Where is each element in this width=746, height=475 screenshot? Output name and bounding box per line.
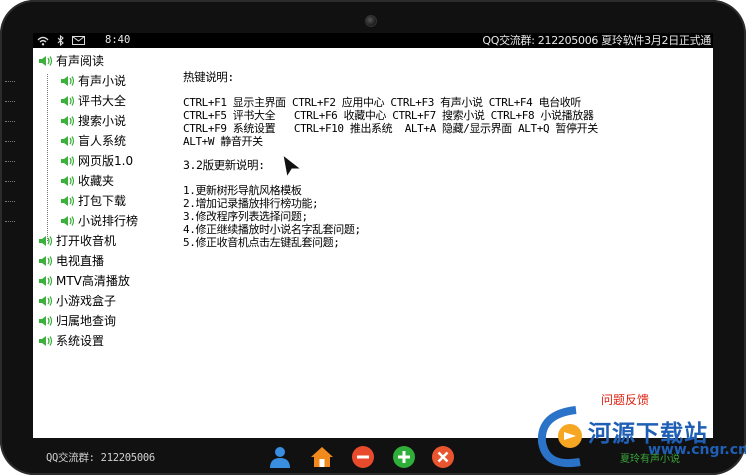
main-screen: 有声阅读 有声小说 评书大全 搜索小说 盲人系统 网页版1.0 收藏夹 打包下载… <box>5 48 713 438</box>
tree-item-label: 系统设置 <box>56 334 105 348</box>
feedback-link[interactable]: 问题反馈 <box>601 391 649 408</box>
help-text-panel: 热键说明: CTRL+F1 显示主界面 CTRL+F2 应用中心 CTRL+F3… <box>183 70 703 250</box>
speaker-icon <box>39 276 53 286</box>
tree-item-search-novel[interactable]: 搜索小说 <box>5 111 181 131</box>
speaker-icon <box>39 316 53 326</box>
update-line: 5.修正收音机点击左键乱套问题; <box>183 236 340 249</box>
wifi-icon <box>37 36 49 46</box>
tree-item-blind-system[interactable]: 盲人系统 <box>5 131 181 151</box>
speaker-icon <box>61 196 75 206</box>
tree-item-label: 有声小说 <box>78 74 127 88</box>
tablet-frame: 8:40 QQ交流群: 212205006 夏玲软件3月2日正式通 有声阅读 有… <box>0 0 746 475</box>
speaker-icon <box>39 296 53 306</box>
user-icon <box>270 447 290 468</box>
mail-icon <box>72 36 85 45</box>
tree-item-label: 收藏夹 <box>78 174 115 188</box>
tree-item-game-box[interactable]: 小游戏盒子 <box>36 291 181 311</box>
nav-tree: 有声阅读 有声小说 评书大全 搜索小说 盲人系统 网页版1.0 收藏夹 打包下载… <box>5 51 181 351</box>
tree-item-label: 小说排行榜 <box>78 214 139 228</box>
camera-icon <box>365 15 377 27</box>
close-button[interactable] <box>431 445 455 469</box>
tree-item-label: 归属地查询 <box>56 314 117 328</box>
home-icon <box>311 447 333 467</box>
home-button[interactable] <box>310 445 334 469</box>
clock: 8:40 <box>105 34 131 46</box>
tree-item-label: 打包下载 <box>78 194 127 208</box>
speaker-icon <box>39 256 53 266</box>
tree-item-tv-live[interactable]: 电视直播 <box>36 251 181 271</box>
bottom-qq-notice: QQ交流群: 212205006 <box>46 452 155 464</box>
plus-icon <box>393 446 415 468</box>
tree-item-web-version[interactable]: 网页版1.0 <box>5 151 181 171</box>
add-button[interactable] <box>392 445 416 469</box>
tree-item-novel-ranking[interactable]: 小说排行榜 <box>5 211 181 231</box>
update-line: 2.增加记录播放排行榜功能; <box>183 197 319 210</box>
tree-item-audio-novel[interactable]: 有声小说 <box>5 71 181 91</box>
hotkey-line: ALT+W 静音开关 <box>183 135 263 148</box>
bottom-bar: QQ交流群: 212205006 <box>0 438 746 475</box>
tree-item-radio[interactable]: 打开收音机 <box>36 231 181 251</box>
tree-item-label: 盲人系统 <box>78 134 127 148</box>
hotkey-title: 热键说明: <box>183 70 234 84</box>
tree-item-label: 电视直播 <box>56 254 105 268</box>
update-title: 3.2版更新说明: <box>183 158 265 172</box>
tree-item-pack-download[interactable]: 打包下载 <box>5 191 181 211</box>
tree-item-storytelling[interactable]: 评书大全 <box>5 91 181 111</box>
speaker-icon <box>39 336 53 346</box>
tree-item-favorites[interactable]: 收藏夹 <box>5 171 181 191</box>
speaker-icon <box>61 116 75 126</box>
tree-item-label: 评书大全 <box>78 94 127 108</box>
tree-item-label: MTV高清播放 <box>56 274 130 288</box>
speaker-icon <box>61 96 75 106</box>
tree-item-mtv[interactable]: MTV高清播放 <box>36 271 181 291</box>
close-icon <box>432 446 454 468</box>
speaker-icon <box>61 156 75 166</box>
tree-item-label: 有声阅读 <box>56 54 105 68</box>
tree-item-label: 打开收音机 <box>56 234 117 248</box>
tree-item-label: 网页版1.0 <box>78 154 134 168</box>
speaker-icon <box>39 236 53 246</box>
update-line: 3.修改程序列表选择问题; <box>183 210 308 223</box>
minus-icon <box>352 446 374 468</box>
mouse-cursor-icon <box>282 154 303 178</box>
tree-item-audio-reading[interactable]: 有声阅读 <box>36 51 181 71</box>
status-bar: 8:40 QQ交流群: 212205006 夏玲软件3月2日正式通 <box>33 33 713 48</box>
update-line: 1.更新树形导航风格模板 <box>183 184 302 197</box>
tree-item-label: 搜索小说 <box>78 114 127 128</box>
tree-item-label: 小游戏盒子 <box>56 294 117 308</box>
status-qq-notice: QQ交流群: 212205006 夏玲软件3月2日正式通 <box>482 34 711 47</box>
minimize-button[interactable] <box>351 445 375 469</box>
hotkey-line: CTRL+F5 评书大全 CTRL+F6 收藏中心 CTRL+F7 搜索小说 C… <box>183 109 594 122</box>
update-line: 4.修正继续播放时小说名字乱套问题; <box>183 223 361 236</box>
speaker-icon <box>61 216 75 226</box>
hotkey-line: CTRL+F1 显示主界面 CTRL+F2 应用中心 CTRL+F3 有声小说 … <box>183 96 581 109</box>
speaker-icon <box>61 136 75 146</box>
tree-item-settings[interactable]: 系统设置 <box>36 331 181 351</box>
tree-item-location-lookup[interactable]: 归属地查询 <box>36 311 181 331</box>
bluetooth-icon <box>57 35 64 46</box>
user-button[interactable] <box>268 445 292 469</box>
speaker-icon <box>61 176 75 186</box>
hotkey-line: CTRL+F9 系统设置 CTRL+F10 推出系统 ALT+A 隐藏/显示界面… <box>183 122 598 135</box>
speaker-icon <box>61 76 75 86</box>
speaker-icon <box>39 56 53 66</box>
